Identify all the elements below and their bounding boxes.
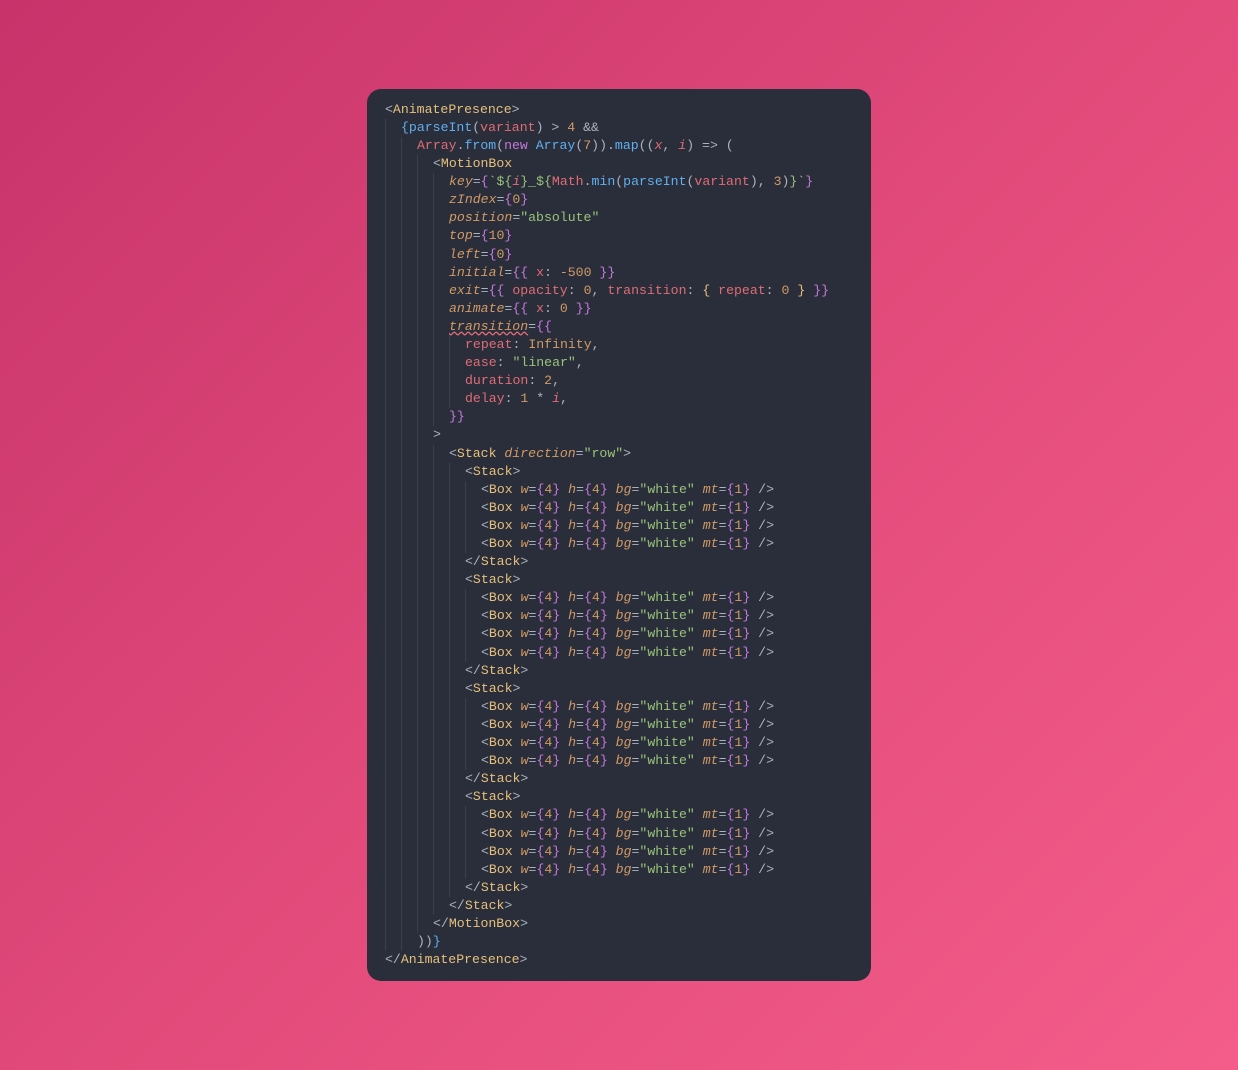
code-line[interactable]: ease: "linear", bbox=[385, 354, 853, 372]
code-line[interactable]: </Stack> bbox=[385, 662, 853, 680]
code-line[interactable]: </Stack> bbox=[385, 879, 853, 897]
code-line[interactable]: </Stack> bbox=[385, 897, 853, 915]
code-line[interactable]: <AnimatePresence> bbox=[385, 101, 853, 119]
code-line[interactable]: Array.from(new Array(7)).map((x, i) => ( bbox=[385, 137, 853, 155]
code-line[interactable]: ))} bbox=[385, 933, 853, 951]
code-line[interactable]: animate={{ x: 0 }} bbox=[385, 300, 853, 318]
code-line[interactable]: <Stack> bbox=[385, 680, 853, 698]
code-line[interactable]: <Box w={4} h={4} bg="white" mt={1} /> bbox=[385, 806, 853, 824]
code-line[interactable]: </Stack> bbox=[385, 770, 853, 788]
code-line[interactable]: <Stack> bbox=[385, 571, 853, 589]
code-line[interactable]: <Box w={4} h={4} bg="white" mt={1} /> bbox=[385, 752, 853, 770]
code-line[interactable]: left={0} bbox=[385, 246, 853, 264]
code-editor[interactable]: <AnimatePresence>{parseInt(variant) > 4 … bbox=[367, 89, 871, 982]
code-line[interactable]: <Stack direction="row"> bbox=[385, 445, 853, 463]
code-line[interactable]: > bbox=[385, 426, 853, 444]
code-line[interactable]: repeat: Infinity, bbox=[385, 336, 853, 354]
code-line[interactable]: <Box w={4} h={4} bg="white" mt={1} /> bbox=[385, 734, 853, 752]
code-line[interactable]: <Box w={4} h={4} bg="white" mt={1} /> bbox=[385, 843, 853, 861]
code-line[interactable]: <Box w={4} h={4} bg="white" mt={1} /> bbox=[385, 517, 853, 535]
code-line[interactable]: </Stack> bbox=[385, 553, 853, 571]
code-line[interactable]: <Box w={4} h={4} bg="white" mt={1} /> bbox=[385, 499, 853, 517]
code-line[interactable]: {parseInt(variant) > 4 && bbox=[385, 119, 853, 137]
code-line[interactable]: <Box w={4} h={4} bg="white" mt={1} /> bbox=[385, 535, 853, 553]
code-line[interactable]: key={`${i}_${Math.min(parseInt(variant),… bbox=[385, 173, 853, 191]
code-line[interactable]: </MotionBox> bbox=[385, 915, 853, 933]
code-line[interactable]: <Stack> bbox=[385, 463, 853, 481]
code-line[interactable]: duration: 2, bbox=[385, 372, 853, 390]
code-line[interactable]: top={10} bbox=[385, 227, 853, 245]
code-line[interactable]: <Box w={4} h={4} bg="white" mt={1} /> bbox=[385, 481, 853, 499]
code-line[interactable]: <Box w={4} h={4} bg="white" mt={1} /> bbox=[385, 607, 853, 625]
code-line[interactable]: <Box w={4} h={4} bg="white" mt={1} /> bbox=[385, 716, 853, 734]
code-line[interactable]: </AnimatePresence> bbox=[385, 951, 853, 969]
code-line[interactable]: position="absolute" bbox=[385, 209, 853, 227]
code-line[interactable]: <Box w={4} h={4} bg="white" mt={1} /> bbox=[385, 698, 853, 716]
code-line[interactable]: <Box w={4} h={4} bg="white" mt={1} /> bbox=[385, 861, 853, 879]
code-line[interactable]: <Box w={4} h={4} bg="white" mt={1} /> bbox=[385, 589, 853, 607]
code-line[interactable]: <Box w={4} h={4} bg="white" mt={1} /> bbox=[385, 644, 853, 662]
code-line[interactable]: initial={{ x: -500 }} bbox=[385, 264, 853, 282]
code-line[interactable]: <Box w={4} h={4} bg="white" mt={1} /> bbox=[385, 625, 853, 643]
code-line[interactable]: <Stack> bbox=[385, 788, 853, 806]
code-line[interactable]: exit={{ opacity: 0, transition: { repeat… bbox=[385, 282, 853, 300]
code-line[interactable]: delay: 1 * i, bbox=[385, 390, 853, 408]
code-line[interactable]: transition={{ bbox=[385, 318, 853, 336]
code-line[interactable]: zIndex={0} bbox=[385, 191, 853, 209]
code-line[interactable]: <MotionBox bbox=[385, 155, 853, 173]
code-line[interactable]: <Box w={4} h={4} bg="white" mt={1} /> bbox=[385, 825, 853, 843]
code-line[interactable]: }} bbox=[385, 408, 853, 426]
code-content[interactable]: <AnimatePresence>{parseInt(variant) > 4 … bbox=[385, 101, 853, 970]
